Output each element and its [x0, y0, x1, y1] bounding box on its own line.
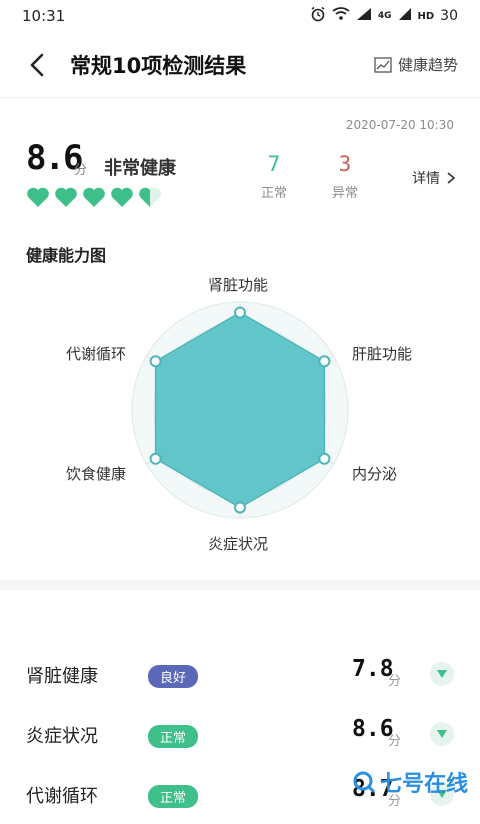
metric-name: 肾脏健康 — [26, 666, 98, 687]
watermark-logo: 七号在线 — [352, 766, 468, 798]
search-logo-icon — [353, 771, 376, 794]
summary-card: 2020-07-20 10:30 8.6 分 非常健康 7 正常 3 异常 详情 — [0, 104, 480, 230]
metric-name: 炎症状况 — [26, 726, 98, 747]
health-trend-label: 健康趋势 — [397, 56, 458, 74]
expand-button[interactable] — [430, 722, 454, 746]
metric-name: 代谢循环 — [26, 786, 98, 807]
details-button[interactable]: 详情 — [412, 168, 456, 188]
heart-icon — [111, 187, 133, 207]
heart-icon — [83, 187, 105, 207]
radar-data-point — [318, 452, 331, 465]
heart-icon — [27, 187, 49, 207]
chevron-left-icon — [30, 53, 44, 77]
metric-unit: 分 — [388, 734, 402, 749]
section-divider — [0, 580, 480, 590]
radar-label-endocrine: 内分泌 — [352, 465, 398, 483]
radar-label-kidney: 肾脏功能 — [208, 276, 269, 294]
alarm-icon — [310, 6, 326, 26]
battery-level: 30 — [440, 8, 458, 24]
app-header: 常规10项检测结果 健康趋势 — [0, 32, 480, 98]
heart-rating — [26, 186, 162, 208]
test-datetime: 2020-07-20 10:30 — [345, 118, 454, 132]
metric-unit: 分 — [388, 674, 402, 689]
status-icons: 4G HD 30 — [310, 6, 458, 26]
hd-indicator: HD — [417, 10, 435, 22]
radar-label-inflammation: 炎症状况 — [208, 535, 269, 553]
normal-label: 正常 — [260, 186, 287, 201]
signal-icon — [398, 7, 412, 25]
page-title: 常规10项检测结果 — [70, 54, 247, 78]
radar-data-point — [149, 355, 162, 368]
details-label: 详情 — [412, 171, 440, 187]
health-trend-button[interactable]: 健康趋势 — [374, 54, 458, 75]
watermark-text: 七号在线 — [379, 772, 468, 797]
signal-icon — [356, 7, 372, 25]
status-badge: 正常 — [148, 725, 199, 748]
status-badge: 正常 — [148, 785, 199, 808]
radar-section-title: 健康能力图 — [26, 246, 107, 265]
triangle-down-icon — [437, 670, 447, 678]
radar-label-diet: 饮食健康 — [66, 465, 127, 483]
half-heart-icon — [139, 187, 161, 207]
abnormal-stat: 3 异常 — [320, 152, 370, 201]
back-button[interactable] — [26, 50, 52, 80]
status-bar: 10:31 4G HD 30 — [0, 0, 480, 32]
health-level: 非常健康 — [104, 158, 176, 179]
radar-data-point — [149, 452, 162, 465]
radar-data-point — [318, 355, 331, 368]
wifi-icon — [332, 7, 350, 25]
radar-chart — [131, 301, 349, 519]
status-badge: 良好 — [148, 665, 199, 688]
metric-row[interactable]: 肾脏健康 良好 7.8 分 — [0, 648, 480, 704]
radar-label-liver: 肝脏功能 — [352, 345, 413, 363]
normal-count: 7 — [267, 152, 281, 176]
abnormal-label: 异常 — [331, 186, 358, 201]
radar-label-metabolism: 代谢循环 — [66, 345, 127, 363]
abnormal-count: 3 — [338, 152, 352, 176]
metric-row[interactable]: 炎症状况 正常 8.6 分 — [0, 708, 480, 764]
status-time: 10:31 — [22, 7, 66, 25]
network-type: 4G — [377, 11, 392, 21]
chevron-right-icon — [447, 172, 456, 184]
normal-stat: 7 正常 — [249, 152, 299, 201]
triangle-down-icon — [437, 730, 447, 738]
trend-chart-icon — [374, 56, 392, 73]
expand-button[interactable] — [430, 662, 454, 686]
heart-icon — [55, 187, 77, 207]
radar-data-point — [234, 306, 246, 319]
score-unit: 分 — [74, 163, 88, 178]
radar-data-point — [234, 501, 246, 514]
